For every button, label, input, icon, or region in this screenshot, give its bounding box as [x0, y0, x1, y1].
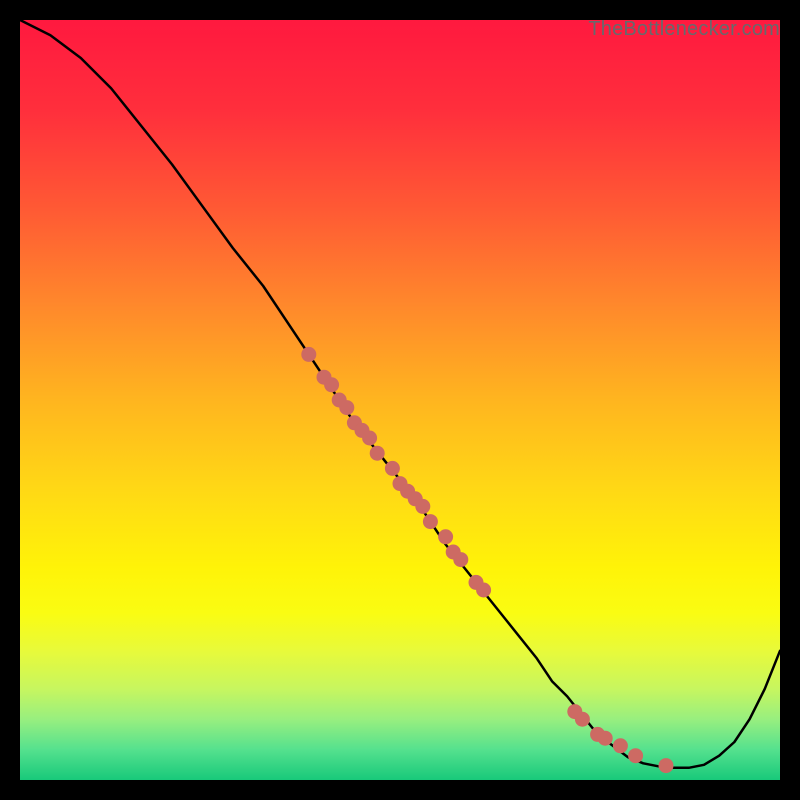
scatter-points-group	[301, 347, 673, 773]
scatter-point	[339, 400, 354, 415]
scatter-point	[659, 758, 674, 773]
scatter-point	[415, 499, 430, 514]
scatter-point	[613, 738, 628, 753]
scatter-point	[385, 461, 400, 476]
scatter-point	[324, 377, 339, 392]
scatter-point	[476, 583, 491, 598]
bottleneck-curve	[20, 20, 780, 768]
chart-curve-layer	[20, 20, 780, 780]
watermark-text: TheBottlenecker.com	[588, 18, 780, 41]
scatter-point	[370, 446, 385, 461]
scatter-point	[575, 712, 590, 727]
scatter-point	[598, 731, 613, 746]
bottleneck-chart: TheBottlenecker.com	[20, 20, 780, 780]
scatter-point	[423, 514, 438, 529]
scatter-point	[453, 552, 468, 567]
scatter-point	[438, 529, 453, 544]
scatter-point	[362, 431, 377, 446]
scatter-point	[628, 748, 643, 763]
scatter-point	[301, 347, 316, 362]
